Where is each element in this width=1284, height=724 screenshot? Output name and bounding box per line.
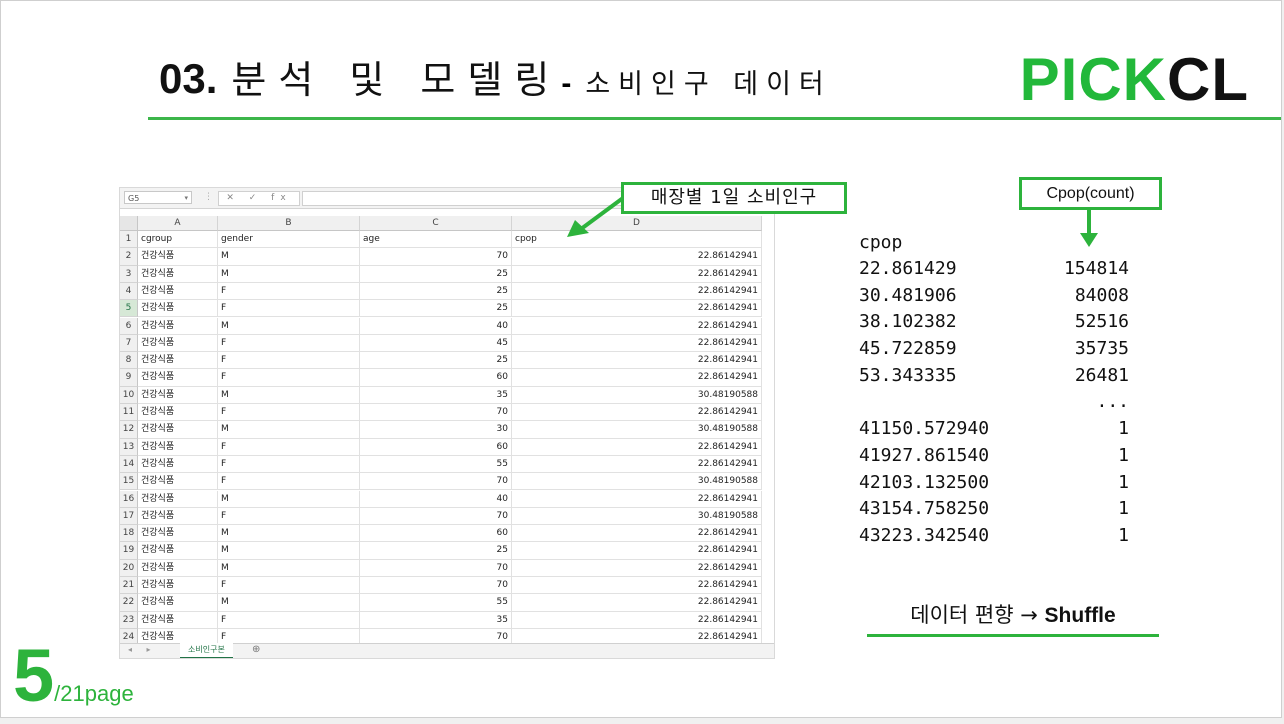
value-counts-output: cpop 22.861429 154814 30.481906 84008 38.102… [859,229,1129,550]
arrow-line-1 [579,196,625,231]
value-counts-header: cpop [859,232,903,253]
value-count-row: 30.481906 84008 [859,283,1129,310]
value-count-row: 43154.758250 1 [859,496,1129,523]
cpop-value: 53.343335 [859,364,957,386]
ellipsis: ... [1096,391,1129,413]
cpop-value: 42103.132500 [859,471,990,493]
page-current: 5 [13,634,55,717]
cpop-count: 84008 [1074,284,1129,306]
cpop-count: 1 [1118,418,1129,440]
value-count-row: 41150.572940 1 [859,416,1129,443]
cpop-count: 1 [1118,444,1129,466]
cpop-value: 41150.572940 [859,418,990,440]
arrow-head-1 [567,220,589,237]
note-bold: Shuffle [1044,604,1116,627]
value-count-row: 53.343335 26481 [859,363,1129,390]
cpop-value: 38.102382 [859,311,957,333]
cpop-count: 52516 [1074,311,1129,333]
value-count-row: 43223.342540 1 [859,523,1129,550]
callout-count: Cpop(count) [1019,177,1162,210]
cpop-count: 1 [1118,471,1129,493]
cpop-value: 41927.861540 [859,444,990,466]
cpop-value: 22.861429 [859,258,957,279]
cpop-value: 43154.758250 [859,498,990,520]
value-count-row: 22.861429 154814 [859,256,1129,283]
cpop-count: 1 [1118,524,1129,546]
cpop-value: 43223.342540 [859,524,990,546]
value-count-row: 42103.132500 1 [859,470,1129,497]
page-number: 5/21page [13,639,134,713]
cpop-count: 1 [1118,498,1129,520]
note-text: 데이터 편향 → [910,603,1045,627]
page-total: /21page [54,681,134,706]
cpop-value: 45.722859 [859,338,957,360]
cpop-count: 26481 [1074,364,1129,386]
value-count-row: 41927.861540 1 [859,443,1129,470]
slide: 03. 분석 및 모델링 - 소비인구 데이터 PICKCL G5 ▾ ⋮ ✕ ✓… [0,0,1282,718]
cpop-count: 154814 [1063,258,1129,279]
shuffle-note: 데이터 편향 → Shuffle [867,597,1159,637]
value-count-row: 38.102382 52516 [859,309,1129,336]
value-count-ellipsis: ... [859,389,1129,416]
callout-daily-population: 매장별 1일 소비인구 [621,182,847,214]
cpop-value: 30.481906 [859,284,957,306]
value-count-row: 45.722859 35735 [859,336,1129,363]
cpop-count: 35735 [1074,338,1129,360]
